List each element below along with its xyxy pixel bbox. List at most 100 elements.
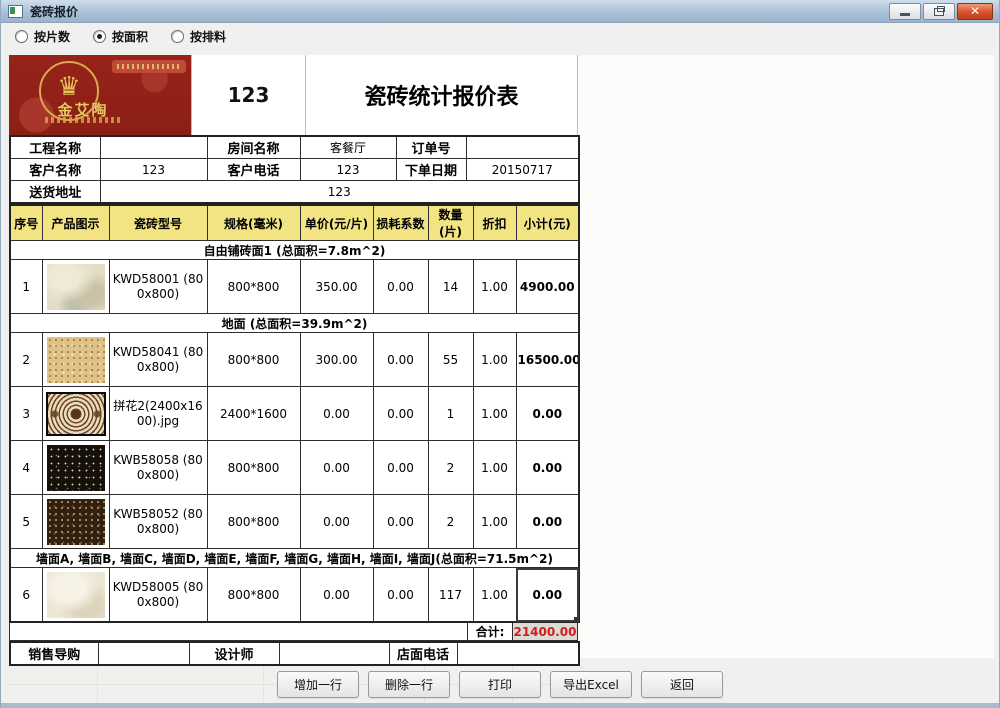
cell-tile-image[interactable] (42, 387, 109, 441)
customer-name-label: 客户名称 (10, 159, 100, 181)
cell-qty[interactable]: 2 (428, 441, 473, 495)
crown-icon: ♛ (57, 74, 80, 100)
cell-model[interactable]: 拼花2(2400x1600).jpg (109, 387, 207, 441)
cell-spec[interactable]: 2400*1600 (207, 387, 300, 441)
export-excel-button[interactable]: 导出Excel (550, 671, 632, 698)
cell-tile-image[interactable] (42, 333, 109, 387)
store-phone-label: 店面电话 (389, 642, 457, 665)
cell-qty[interactable]: 2 (428, 495, 473, 549)
cell-model[interactable]: KWB58052 (800x800) (109, 495, 207, 549)
customer-name-value[interactable]: 123 (100, 159, 207, 181)
logo-slogan-bubble (112, 60, 186, 73)
cell-loss[interactable]: 0.00 (373, 568, 428, 623)
radio-icon (15, 30, 28, 43)
cell-subtotal[interactable]: 0.00 (516, 441, 579, 495)
order-no-label: 订单号 (396, 136, 466, 159)
col-discount: 折扣 (473, 205, 516, 241)
window-bottom-border (1, 703, 999, 708)
cell-loss[interactable]: 0.00 (373, 441, 428, 495)
order-no-value[interactable] (466, 136, 579, 159)
cell-spec[interactable]: 800*800 (207, 333, 300, 387)
table-row: 3 拼花2(2400x1600).jpg 2400*1600 0.00 0.00… (10, 387, 579, 441)
cell-no: 1 (10, 260, 42, 314)
table-row: 5 KWB58052 (800x800) 800*800 0.00 0.00 2… (10, 495, 579, 549)
cell-loss[interactable]: 0.00 (373, 260, 428, 314)
cell-tile-image[interactable] (42, 441, 109, 495)
cell-loss[interactable]: 0.00 (373, 495, 428, 549)
cell-spec[interactable]: 800*800 (207, 441, 300, 495)
sales-guide-value[interactable] (98, 642, 189, 665)
tile-preview-image (47, 264, 105, 310)
project-name-label: 工程名称 (10, 136, 100, 159)
room-name-value[interactable]: 客餐厅 (300, 136, 396, 159)
cell-discount[interactable]: 1.00 (473, 260, 516, 314)
cell-qty[interactable]: 55 (428, 333, 473, 387)
cell-price[interactable]: 0.00 (300, 441, 373, 495)
sales-guide-label: 销售导购 (10, 642, 98, 665)
cell-subtotal[interactable]: 0.00 (516, 387, 579, 441)
cell-loss[interactable]: 0.00 (373, 333, 428, 387)
store-phone-value[interactable] (457, 642, 579, 665)
delivery-address-value[interactable]: 123 (100, 181, 579, 204)
cell-price[interactable]: 0.00 (300, 495, 373, 549)
cell-qty[interactable]: 14 (428, 260, 473, 314)
section-row-floor: 地面 (总面积=39.9m^2) (10, 314, 579, 333)
designer-value[interactable] (279, 642, 389, 665)
cell-no: 4 (10, 441, 42, 495)
cell-spec[interactable]: 800*800 (207, 495, 300, 549)
cell-discount[interactable]: 1.00 (473, 568, 516, 623)
cell-price[interactable]: 0.00 (300, 568, 373, 623)
order-code-cell[interactable]: 123 (191, 55, 306, 135)
delete-row-button[interactable]: 删除一行 (368, 671, 450, 698)
cell-model[interactable]: KWD58005 (800x800) (109, 568, 207, 623)
cell-tile-image[interactable] (42, 260, 109, 314)
back-button[interactable]: 返回 (641, 671, 723, 698)
maximize-button[interactable] (923, 3, 955, 20)
cell-subtotal[interactable]: 0.00 (516, 495, 579, 549)
cell-qty[interactable]: 1 (428, 387, 473, 441)
cell-no: 5 (10, 495, 42, 549)
customer-phone-value[interactable]: 123 (300, 159, 396, 181)
minimize-icon (900, 13, 910, 16)
cell-price[interactable]: 0.00 (300, 387, 373, 441)
add-row-button[interactable]: 增加一行 (277, 671, 359, 698)
table-row: 6 KWD58005 (800x800) 800*800 0.00 0.00 1… (10, 568, 579, 623)
quote-sheet: ♛ 金艾陶 123 瓷砖统计报价表 工程名称 房间名称 客餐厅 订单号 (9, 55, 994, 658)
cell-tile-image[interactable] (42, 495, 109, 549)
cell-discount[interactable]: 1.00 (473, 333, 516, 387)
radio-by-piece[interactable]: 按片数 (15, 28, 70, 45)
cell-discount[interactable]: 1.00 (473, 387, 516, 441)
total-row: 合计: 21400.00 (9, 623, 578, 641)
table-row: 2 KWD58041 (800x800) 800*800 300.00 0.00… (10, 333, 579, 387)
cell-subtotal-selected[interactable]: 0.00 (516, 568, 579, 623)
cell-spec[interactable]: 800*800 (207, 568, 300, 623)
section-row-walls: 墙面A, 墙面B, 墙面C, 墙面D, 墙面E, 墙面F, 墙面G, 墙面H, … (10, 549, 579, 568)
order-date-label: 下单日期 (396, 159, 466, 181)
cell-price[interactable]: 300.00 (300, 333, 373, 387)
radio-by-area[interactable]: 按面积 (93, 28, 148, 45)
report-header: ♛ 金艾陶 123 瓷砖统计报价表 (9, 55, 578, 135)
minimize-button[interactable] (889, 3, 921, 20)
cell-subtotal[interactable]: 4900.00 (516, 260, 579, 314)
report-title: 瓷砖统计报价表 (306, 55, 578, 135)
cell-loss[interactable]: 0.00 (373, 387, 428, 441)
cell-tile-image[interactable] (42, 568, 109, 623)
cell-model[interactable]: KWB58058 (800x800) (109, 441, 207, 495)
radio-by-layout[interactable]: 按排料 (171, 28, 226, 45)
cell-discount[interactable]: 1.00 (473, 495, 516, 549)
cell-model[interactable]: KWD58041 (800x800) (109, 333, 207, 387)
order-date-value[interactable]: 20150717 (466, 159, 579, 181)
project-name-value[interactable] (100, 136, 207, 159)
cell-model[interactable]: KWD58001 (800x800) (109, 260, 207, 314)
tile-preview-image (47, 572, 105, 618)
brand-subtext-decoration (45, 117, 121, 123)
cell-discount[interactable]: 1.00 (473, 441, 516, 495)
delivery-address-label: 送货地址 (10, 181, 100, 204)
cell-subtotal[interactable]: 16500.00 (516, 333, 579, 387)
cell-qty[interactable]: 117 (428, 568, 473, 623)
close-button[interactable]: ✕ (957, 3, 993, 20)
cell-spec[interactable]: 800*800 (207, 260, 300, 314)
print-button[interactable]: 打印 (459, 671, 541, 698)
cell-price[interactable]: 350.00 (300, 260, 373, 314)
tile-preview-image (47, 499, 105, 545)
